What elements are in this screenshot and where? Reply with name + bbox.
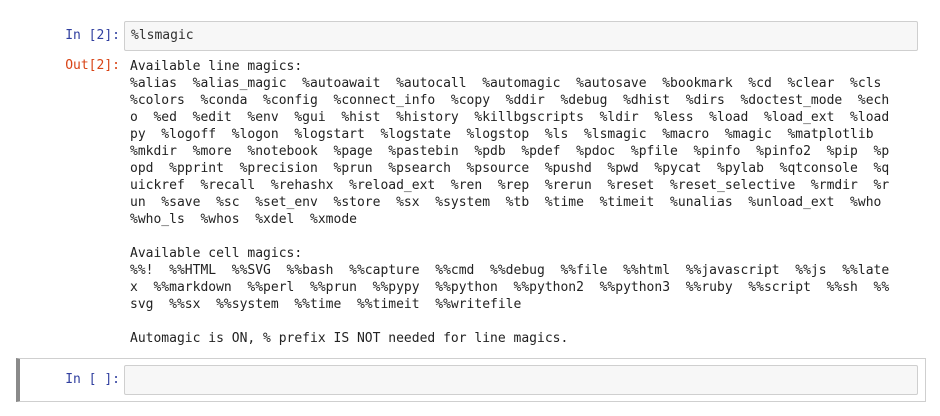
- output-line: svg %%sx %%system %%time %%timeit %%writ…: [130, 297, 522, 312]
- output-line: opd %pprint %precision %prun %psearch %p…: [130, 161, 890, 176]
- output-line: x %%markdown %%perl %%prun %%pypy %%pyth…: [130, 280, 890, 295]
- output-line: Automagic is ON, % prefix IS NOT needed …: [130, 331, 569, 346]
- code-cell-1[interactable]: In [2]: %lsmagic Out[2]: Available line …: [16, 14, 926, 354]
- code-input[interactable]: %lsmagic: [124, 21, 918, 51]
- input-prompt: In [2]:: [65, 28, 120, 43]
- code-text: %lsmagic: [131, 28, 194, 43]
- input-prompt: In [ ]:: [65, 372, 120, 387]
- output-line: %who_ls %whos %xdel %xmode: [130, 212, 357, 227]
- output-line: %colors %conda %config %connect_info %co…: [130, 93, 890, 108]
- code-input[interactable]: [124, 365, 918, 395]
- output-line: %mkdir %more %notebook %page %pastebin %…: [130, 144, 890, 159]
- output-prompt: Out[2]:: [65, 58, 120, 73]
- output-line: Available line magics:: [130, 59, 303, 74]
- output-line: un %save %sc %set_env %store %sx %system…: [130, 195, 882, 210]
- output-line: %alias %alias_magic %autoawait %autocall…: [130, 76, 882, 91]
- output-line: py %logoff %logon %logstart %logstate %l…: [130, 127, 874, 142]
- cell-output: Available line magics: %alias %alias_magi…: [130, 58, 910, 347]
- output-line: o %ed %edit %env %gui %hist %history %ki…: [130, 110, 890, 125]
- output-line: uickref %recall %rehashx %reload_ext %re…: [130, 178, 890, 193]
- output-line: %%! %%HTML %%SVG %%bash %%capture %%cmd …: [130, 263, 890, 278]
- output-line: Available cell magics:: [130, 246, 303, 261]
- code-cell-2[interactable]: In [ ]:: [16, 358, 926, 402]
